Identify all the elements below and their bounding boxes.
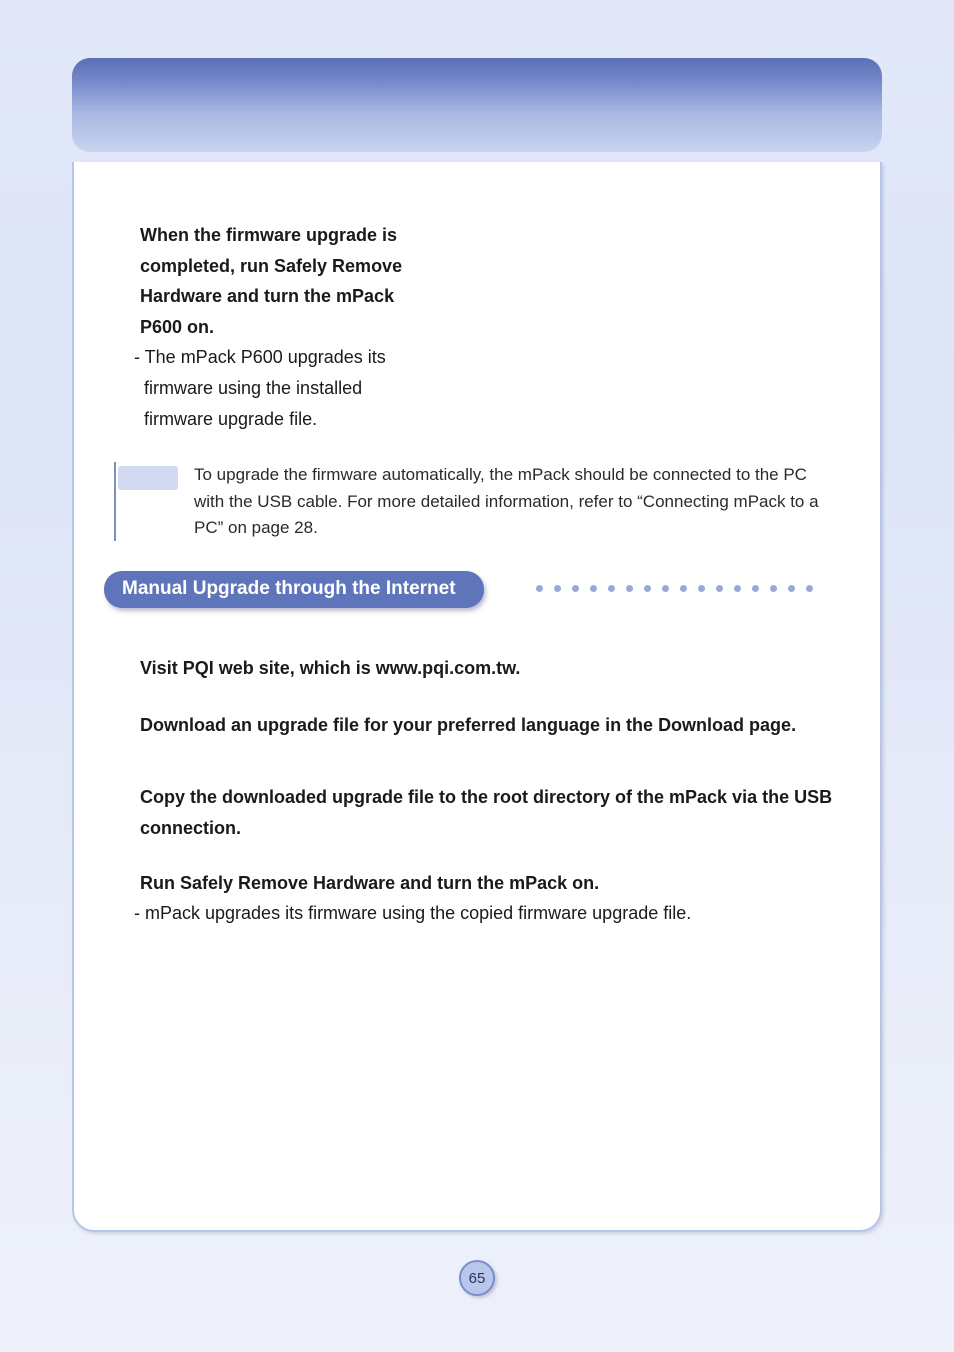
dot-icon: [572, 585, 579, 592]
step-1: Visit PQI web site, which is www.pqi.com…: [140, 653, 840, 684]
section-heading: Manual Upgrade through the Internet: [104, 571, 484, 608]
dot-icon: [716, 585, 723, 592]
content-panel: When the firmware upgrade is completed, …: [72, 162, 882, 1232]
dot-icon: [626, 585, 633, 592]
top-step: When the firmware upgrade is completed, …: [140, 220, 460, 434]
top-step-body-line: firmware using the installed: [134, 378, 362, 398]
section-heading-row: Manual Upgrade through the Internet: [104, 571, 840, 609]
note-box: To upgrade the firmware automatically, t…: [114, 462, 840, 541]
step-title: Run Safely Remove Hardware and turn the …: [140, 868, 840, 899]
dot-icon: [554, 585, 561, 592]
page-number: 65: [469, 1270, 486, 1287]
top-step-body-line: firmware upgrade file.: [134, 409, 317, 429]
step-body: - mPack upgrades its firmware using the …: [134, 898, 840, 929]
top-step-title-line: Hardware and turn the mPack: [140, 286, 394, 306]
dot-icon: [536, 585, 543, 592]
decorative-dots: [536, 585, 848, 592]
dot-icon: [698, 585, 705, 592]
step-title: Download an upgrade file for your prefer…: [140, 710, 840, 741]
note-icon: [118, 466, 178, 490]
step-3: Copy the downloaded upgrade file to the …: [140, 782, 840, 843]
dot-icon: [806, 585, 813, 592]
top-step-title-line: When the firmware upgrade is: [140, 225, 397, 245]
header-banner: [72, 58, 882, 152]
step-title: Visit PQI web site, which is www.pqi.com…: [140, 653, 840, 684]
dot-icon: [590, 585, 597, 592]
dot-icon: [788, 585, 795, 592]
step-2: Download an upgrade file for your prefer…: [140, 710, 840, 741]
page-number-badge: 65: [459, 1260, 495, 1296]
step-4: Run Safely Remove Hardware and turn the …: [140, 868, 840, 929]
dot-icon: [662, 585, 669, 592]
top-step-title: When the firmware upgrade is completed, …: [140, 220, 460, 342]
dot-icon: [734, 585, 741, 592]
step-title: Copy the downloaded upgrade file to the …: [140, 782, 840, 843]
dot-icon: [680, 585, 687, 592]
note-text: To upgrade the firmware automatically, t…: [194, 462, 840, 541]
top-step-title-line: completed, run Safely Remove: [140, 256, 402, 276]
top-step-title-line: P600 on.: [140, 317, 214, 337]
dot-icon: [752, 585, 759, 592]
dot-icon: [608, 585, 615, 592]
dot-icon: [644, 585, 651, 592]
dot-icon: [770, 585, 777, 592]
top-step-body-line: - The mPack P600 upgrades its: [134, 347, 386, 367]
top-step-body: - The mPack P600 upgrades its firmware u…: [134, 342, 460, 434]
